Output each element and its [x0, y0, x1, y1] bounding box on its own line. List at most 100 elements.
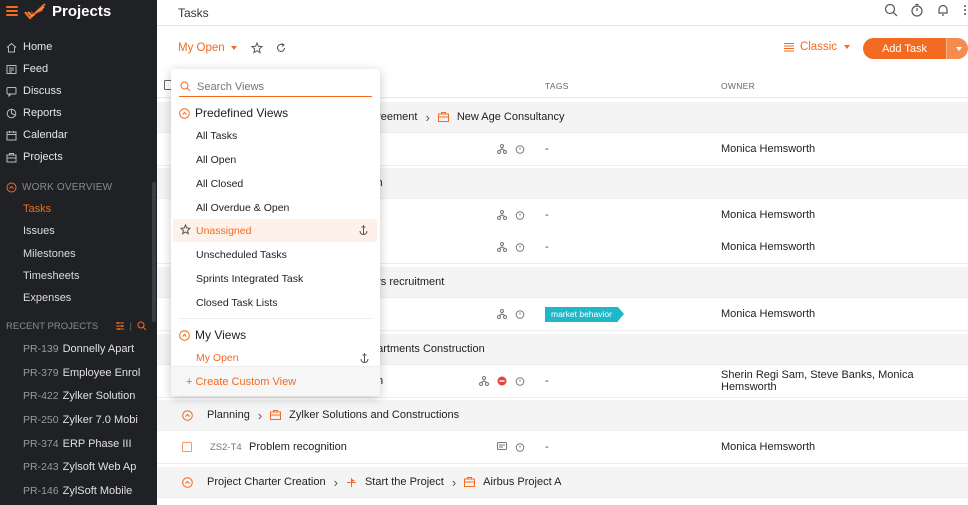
star-icon[interactable] — [250, 42, 263, 54]
reports-icon — [6, 108, 17, 118]
view-item[interactable]: Closed Task Lists — [196, 297, 278, 309]
timer-icon[interactable] — [910, 3, 924, 17]
task-name[interactable]: Problem recognition — [249, 441, 347, 453]
sidebar-item-issues[interactable]: Issues — [0, 220, 157, 242]
timer-icon[interactable] — [515, 144, 525, 154]
row-icons — [497, 442, 525, 452]
search-views-input[interactable] — [197, 80, 357, 93]
work-overview-heading[interactable]: WORK OVERVIEW — [0, 176, 157, 198]
project-icon — [270, 410, 282, 420]
project-code: PR-250 — [23, 414, 59, 427]
subtask-icon[interactable] — [497, 144, 507, 154]
timer-icon[interactable] — [515, 309, 525, 319]
tags-empty: - — [545, 375, 549, 387]
subtask-icon[interactable] — [479, 376, 489, 386]
timer-icon[interactable] — [515, 210, 525, 220]
milestone-link[interactable]: Start the Project — [365, 476, 444, 488]
tags-empty: - — [545, 143, 549, 155]
subtask-icon[interactable] — [497, 242, 507, 252]
column-header-tags: TAGS — [545, 81, 569, 91]
view-item-highlighted[interactable]: Unassigned — [173, 219, 377, 242]
row-icons — [479, 376, 525, 386]
project-code: PR-243 — [23, 461, 59, 474]
project-link[interactable]: Zylker Solutions and Constructions — [289, 409, 459, 421]
search-icon[interactable] — [137, 321, 147, 331]
anchor-icon[interactable] — [358, 224, 369, 235]
task-checkbox[interactable] — [182, 442, 192, 452]
project-link[interactable]: Airbus Project A — [483, 476, 561, 488]
tags-empty: - — [545, 441, 549, 453]
add-task-button[interactable]: Add Task — [863, 38, 946, 59]
project-code: PR-139 — [23, 343, 59, 356]
comment-icon[interactable] — [497, 442, 507, 452]
collapse-icon[interactable] — [182, 476, 193, 488]
projects-logo-icon — [24, 3, 46, 20]
recent-project-item[interactable]: PR-374 ERP Phase III — [0, 432, 157, 456]
group-name: Planning — [207, 409, 250, 421]
tag-badge[interactable]: market behavior — [545, 306, 624, 322]
search-icon[interactable] — [884, 3, 898, 17]
view-item[interactable]: Sprints Integrated Task — [196, 273, 303, 285]
view-selector[interactable]: My Open — [178, 42, 237, 54]
nav-item-label: Feed — [23, 63, 49, 75]
collapse-icon[interactable] — [182, 409, 193, 421]
nav-item-label: Projects — [23, 151, 63, 163]
blocked-icon[interactable] — [497, 376, 507, 386]
feed-icon — [6, 64, 17, 74]
recent-project-item[interactable]: PR-422 Zylker Solution — [0, 385, 157, 409]
layout-selector[interactable]: Classic — [783, 41, 850, 53]
recent-project-item[interactable]: PR-379 Employee Enrol — [0, 361, 157, 385]
layout-selector-label: Classic — [799, 41, 837, 53]
view-item[interactable]: All Open — [196, 154, 236, 166]
refresh-icon[interactable] — [275, 42, 287, 54]
star-icon[interactable] — [180, 224, 191, 235]
sidebar: Projects Home Feed Discuss Reports Calen… — [0, 0, 157, 505]
sidebar-item-expenses[interactable]: Expenses — [0, 287, 157, 309]
row-icons — [497, 309, 525, 319]
sidebar-item-timesheets[interactable]: Timesheets — [0, 265, 157, 287]
view-item[interactable]: All Closed — [196, 178, 243, 190]
nav-item-feed[interactable]: Feed — [0, 58, 157, 80]
sidebar-scrollbar[interactable] — [152, 182, 156, 322]
nav-item-projects[interactable]: Projects — [0, 146, 157, 168]
recent-project-item[interactable]: PR-146 ZylSoft Mobile — [0, 479, 157, 503]
top-icons — [884, 3, 968, 17]
sidebar-item-milestones[interactable]: Milestones — [0, 243, 157, 265]
nav-item-discuss[interactable]: Discuss — [0, 80, 157, 102]
timer-icon[interactable] — [515, 242, 525, 252]
recent-project-item[interactable]: PR-243 Zylsoft Web Ap — [0, 455, 157, 479]
tags-empty: - — [545, 209, 549, 221]
recent-project-item[interactable]: PR-250 Zylker 7.0 Mobi — [0, 408, 157, 432]
timer-icon[interactable] — [515, 376, 525, 386]
predefined-views-heading[interactable]: Predefined Views — [179, 106, 288, 120]
timer-icon[interactable] — [515, 442, 525, 452]
filter-icon[interactable] — [115, 321, 125, 331]
my-views-heading[interactable]: My Views — [179, 328, 246, 342]
milestone-icon — [346, 477, 356, 487]
project-code: PR-374 — [23, 437, 59, 450]
hamburger-menu-icon[interactable] — [6, 6, 18, 16]
chevron-right-icon: › — [451, 474, 457, 490]
view-item[interactable]: Unscheduled Tasks — [196, 249, 287, 261]
nav-item-calendar[interactable]: Calendar — [0, 124, 157, 146]
recent-project-item[interactable]: PR-139 Donnelly Apart — [0, 337, 157, 361]
task-group-row[interactable]: Project Charter Creation › Start the Pro… — [157, 467, 968, 498]
anchor-icon[interactable] — [359, 352, 370, 363]
more-icon[interactable] — [962, 3, 968, 17]
create-custom-view-button[interactable]: + Create Custom View — [171, 366, 380, 396]
view-item[interactable]: All Overdue & Open — [196, 202, 289, 214]
task-group-row[interactable]: Planning › Zylker Solutions and Construc… — [157, 400, 968, 431]
nav-item-home[interactable]: Home — [0, 36, 157, 58]
view-item[interactable]: All Tasks — [196, 130, 237, 142]
view-item-my-open[interactable]: My Open — [196, 352, 239, 364]
project-link[interactable]: New Age Consultancy — [457, 111, 565, 123]
subtask-icon[interactable] — [497, 309, 507, 319]
subtask-icon[interactable] — [497, 210, 507, 220]
projects-icon — [6, 152, 17, 162]
add-task-dropdown-button[interactable] — [946, 38, 968, 59]
group-breadcrumb: Project Charter Creation › Start the Pro… — [182, 475, 561, 490]
sidebar-item-tasks[interactable]: Tasks — [0, 198, 157, 220]
table-row[interactable]: ZS2-T4 Problem recognition - Monica Hems… — [157, 431, 968, 464]
bell-icon[interactable] — [936, 3, 950, 17]
nav-item-reports[interactable]: Reports — [0, 102, 157, 124]
